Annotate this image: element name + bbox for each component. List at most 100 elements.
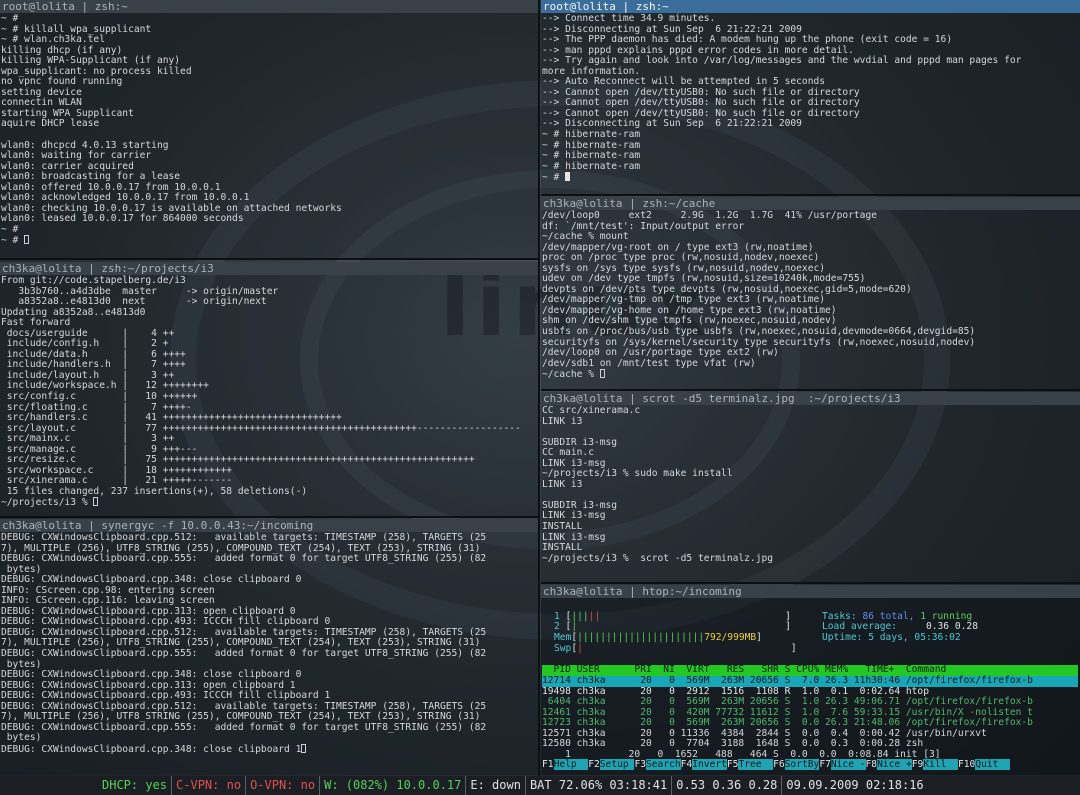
terminal-line: 15 files changed, 237 insertions(+), 58 …	[1, 485, 308, 497]
htop-swp-meter: Swp[| ]	[554, 643, 797, 654]
fkey-label[interactable]: Invert	[692, 759, 727, 770]
terminal-line: ~ #	[1, 13, 19, 24]
htop-column-header[interactable]: PID USER PRI NI VIRT RES SHR S CPU% MEM%…	[542, 664, 1078, 676]
terminal-line: /dev/sdb1 on /mnt/test type vfat (rw)	[542, 357, 756, 369]
status-battery: BAT 72.06% 03:18:41	[526, 776, 673, 795]
status-dhcp: DHCP: yes	[98, 776, 173, 795]
terminal-line: Updating a8352a8..e4813d0	[1, 306, 146, 318]
terminal-line: ~ #	[542, 172, 1080, 183]
split-divider	[0, 516, 538, 518]
fkey-f1[interactable]: F1	[542, 759, 554, 770]
terminal-output[interactable]: DEBUG: CXWindowsClipboard.cpp.512: avail…	[0, 532, 538, 754]
htop-process-row[interactable]: 12580 ch3ka 20 0 7704 3188 1648 S 0.0 0.…	[542, 738, 923, 750]
window-title[interactable]: ch3ka@lolita | synergyc -f 10.0.0.43:~/i…	[0, 519, 538, 532]
terminal-projects-i3[interactable]: ch3ka@lolita | zsh:~/projects/i3 From gi…	[0, 262, 538, 516]
terminal-line: SUBDIR i3-msg	[542, 436, 618, 448]
htop-process-row[interactable]: 12714 ch3ka 20 0 569M 263M 20656 S 7.0 2…	[542, 675, 1078, 687]
window-title[interactable]: ch3ka@lolita | scrot -d5 terminalz.jpg :…	[541, 392, 1080, 405]
fkey-label[interactable]: SortBy	[784, 759, 820, 770]
terminal-line: aquire DHCP lease	[1, 118, 100, 130]
status-clock: 09.09.2009 02:18:16	[786, 778, 924, 792]
window-title[interactable]: root@lolita | zsh:~	[0, 0, 538, 13]
fkey-label[interactable]: Setup	[599, 759, 635, 770]
status-bar: DHCP: yes C-VPN: no O-VPN: no W: (082%) 10.…	[0, 776, 1080, 795]
terminal-line: ~/projects/i3 %	[1, 497, 538, 508]
fkey-f4[interactable]: F4	[681, 759, 693, 770]
fkey-label[interactable]: Quit	[975, 759, 1010, 770]
terminal-line: DEBUG: CXWindowsClipboard.cpp.555: added…	[1, 648, 487, 660]
terminal-line: DEBUG: CXWindowsClipboard.cpp.348: close…	[1, 743, 538, 754]
terminal-output[interactable]: /dev/loop0 ext2 2.9G 1.2G 1.7G 41% /usr/…	[541, 210, 1080, 380]
window-title[interactable]: ch3ka@lolita | zsh:~/cache	[541, 197, 1080, 210]
split-divider[interactable]	[538, 0, 540, 776]
fkey-f10[interactable]: F10	[958, 759, 975, 770]
mem-label: Mem	[554, 632, 572, 643]
cursor-icon	[565, 172, 571, 182]
swp-label: Swp	[554, 643, 572, 654]
htop-process-row[interactable]: 12723 ch3ka 20 0 569M 263M 20656 S 0.0 2…	[542, 717, 1033, 729]
htop-function-keys[interactable]: F1Help F2Setup F3SearchF4InvertF5Tree F6…	[542, 759, 1078, 771]
terminal-line: ~ # hibernate-ram	[542, 160, 641, 172]
fkey-label[interactable]: Search	[646, 759, 681, 770]
status-cvpn: C-VPN: no	[172, 776, 247, 795]
status-load: 0.53 0.36 0.28	[672, 776, 783, 795]
terminal-root-right[interactable]: root@lolita | zsh:~ --> Connect time 34.…	[541, 0, 1080, 194]
fkey-label[interactable]: Nice +	[877, 759, 912, 770]
terminal-root-left[interactable]: root@lolita | zsh:~ ~ # ~ # killall wpa_s…	[0, 0, 538, 258]
terminal-line: ~ #	[1, 223, 19, 235]
window-title[interactable]: ch3ka@lolita | zsh:~/projects/i3	[0, 262, 538, 275]
terminal-output[interactable]: --> Connect time 34.9 minutes. --> Discon…	[541, 13, 1080, 183]
desktop: linux root@lolita | zsh:~ ~ # ~ # killall…	[0, 0, 1080, 795]
terminal-line: DEBUG: CXWindowsClipboard.cpp.555: added…	[1, 721, 487, 733]
fkey-f3[interactable]: F3	[634, 759, 646, 770]
fkey-label[interactable]: Help	[553, 759, 589, 770]
cursor-icon	[301, 743, 307, 753]
fkey-f9[interactable]: F9	[912, 759, 924, 770]
fkey-f5[interactable]: F5	[727, 759, 739, 770]
terminal-line: ~ # hibernate-ram	[542, 129, 641, 141]
terminal-line: From git://code.stapelberg.de/i3	[1, 275, 186, 286]
terminal-line: wlan0: leased 10.0.0.17 for 864000 secon…	[1, 213, 244, 225]
terminal-line: ~/projects/i3 % scrot -d5 terminalz.jpg	[542, 552, 774, 564]
terminal-line: --> Connect time 34.9 minutes.	[542, 13, 716, 24]
htop-load: Load average: 0.36 0.28	[822, 621, 978, 632]
terminal-line: LINK i3-msg	[542, 531, 606, 543]
split-divider	[541, 582, 1080, 584]
terminal-line: LINK i3-msg	[542, 510, 606, 522]
fkey-label[interactable]: Tree	[738, 759, 774, 770]
htop-process-row[interactable]: 6404 ch3ka 20 0 569M 263M 20656 S 1.0 26…	[542, 696, 1033, 708]
terminal-line: SUBDIR i3-msg	[542, 499, 618, 511]
terminal-line: ~ #	[1, 235, 538, 246]
mem-value: 792/999MB	[704, 632, 757, 643]
cursor-icon	[24, 235, 30, 245]
window-title[interactable]: ch3ka@lolita | htop:~/incoming	[541, 585, 1080, 598]
terminal-output[interactable]: From git://code.stapelberg.de/i3 3b3b760…	[0, 275, 538, 508]
terminal-line: CC main.c	[542, 447, 594, 459]
terminal-line: LINK i3	[542, 478, 583, 490]
terminal-line: LINK i3	[542, 415, 583, 427]
terminal-cache[interactable]: ch3ka@lolita | zsh:~/cache /dev/loop0 ex…	[541, 197, 1080, 389]
status-wlan: W: (082%) 10.0.0.17	[320, 776, 467, 795]
split-divider	[541, 389, 1080, 391]
cursor-icon	[93, 497, 99, 507]
status-ovpn: O-VPN: no	[246, 776, 321, 795]
terminal-line: ~/cache %	[542, 369, 1080, 380]
terminal-output[interactable]: CC src/xinerama.c LINK i3 SUBDIR i3-msg CC …	[541, 405, 1080, 564]
terminal-line: ~/projects/i3 % sudo make install	[542, 468, 733, 480]
fkey-f6[interactable]: F6	[773, 759, 785, 770]
window-title-active[interactable]: root@lolita | zsh:~	[541, 0, 1080, 13]
cursor-icon	[599, 369, 605, 379]
fkey-f7[interactable]: F7	[819, 759, 831, 770]
fkey-label[interactable]: Kill	[923, 759, 958, 770]
htop-mem-meter: Mem[||||||||||||||||||||||792/999MB]	[554, 632, 762, 643]
terminal-output[interactable]: ~ # ~ # killall wpa_supplicant ~ # wlan.ch…	[0, 13, 538, 246]
terminal-line: usbfs on /proc/bus/usb type usbfs (rw,no…	[542, 326, 976, 338]
fkey-f2[interactable]: F2	[588, 759, 600, 770]
terminal-synergy[interactable]: ch3ka@lolita | synergyc -f 10.0.0.43:~/i…	[0, 519, 538, 775]
terminal-line: src/config.c | 10 ++++++	[1, 391, 198, 403]
status-eth: E: down	[466, 776, 526, 795]
fkey-f8[interactable]: F8	[866, 759, 878, 770]
terminal-scrot[interactable]: ch3ka@lolita | scrot -d5 terminalz.jpg :…	[541, 392, 1080, 582]
fkey-label[interactable]: Nice -	[830, 759, 866, 770]
